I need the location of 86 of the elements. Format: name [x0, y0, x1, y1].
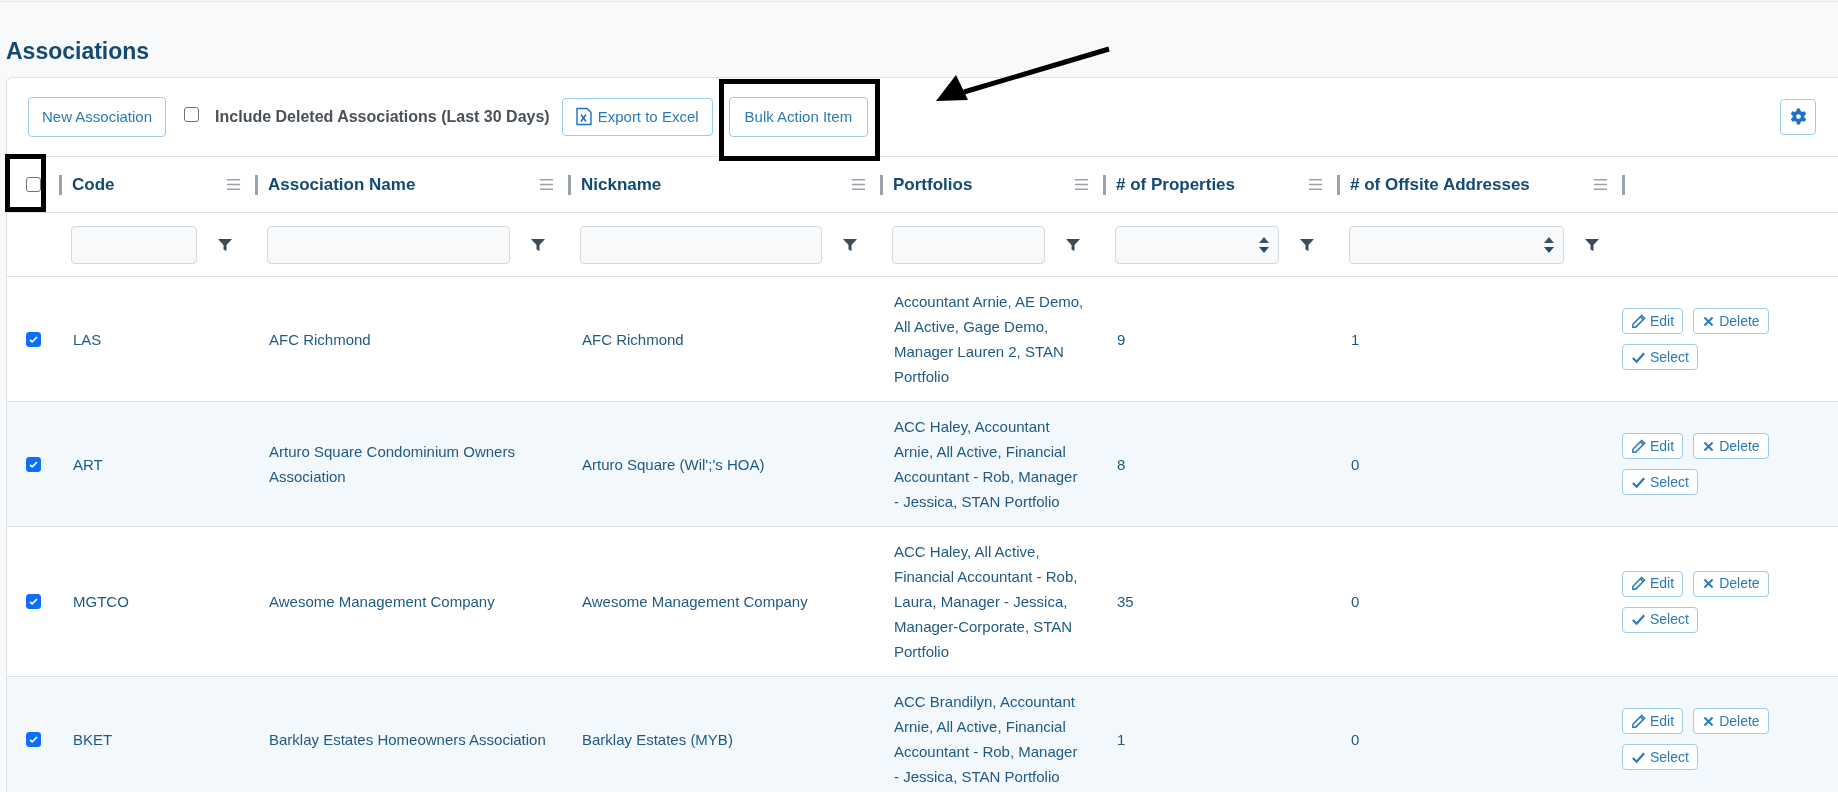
row-action-button[interactable]: Select: [1622, 606, 1698, 633]
table-cell: AFC Richmond: [582, 330, 684, 348]
menu-icon[interactable]: [851, 177, 866, 192]
column-header[interactable]: Association Name: [268, 171, 416, 198]
filter-icon[interactable]: [217, 236, 233, 253]
table-cell: MGTCO: [73, 593, 129, 610]
row-checkbox[interactable]: [25, 731, 41, 747]
column-header[interactable]: # of Properties: [1116, 171, 1236, 198]
table-cell: BKET: [73, 730, 113, 748]
table-cell: ACC Brandilyn, Accountant Arnie, All Active, Financial Accountant - Rob, Manager - Jessica, STAN Portfolio: [894, 693, 1078, 785]
column-header[interactable]: Code: [72, 171, 115, 198]
filter-icon[interactable]: [1299, 236, 1315, 253]
row-action-button[interactable]: Delete: [1693, 433, 1769, 459]
table-cell: Arturo Square Condominium Owners Association: [269, 443, 515, 485]
filter-icon[interactable]: [530, 236, 546, 253]
pencil-icon: [1631, 576, 1646, 591]
table-cell: Awesome Management Company: [269, 593, 495, 610]
row-action-button[interactable]: Edit: [1622, 308, 1684, 334]
row-action-button[interactable]: Edit: [1622, 708, 1684, 734]
column-header[interactable]: Portfolios: [893, 171, 973, 198]
row-checkbox[interactable]: [25, 331, 41, 347]
select-all-checkbox[interactable]: [25, 177, 41, 192]
row-action-button[interactable]: Delete: [1693, 308, 1769, 334]
row-action-button[interactable]: Delete: [1693, 708, 1769, 734]
spinner-icon[interactable]: [1258, 235, 1270, 254]
menu-icon[interactable]: [1074, 177, 1089, 192]
settings-button[interactable]: [1780, 98, 1816, 135]
filter-field[interactable]: [71, 225, 197, 264]
row-checkbox[interactable]: [25, 594, 41, 609]
row-action-button[interactable]: Select: [1622, 744, 1698, 770]
row-action-button[interactable]: Select: [1622, 469, 1698, 495]
close-icon: [1702, 577, 1716, 590]
filter-field[interactable]: [580, 225, 822, 264]
check-icon: [27, 596, 39, 607]
spinner-icon[interactable]: [1543, 235, 1555, 254]
close-icon: [1702, 714, 1716, 728]
row-action-button[interactable]: Select: [1622, 344, 1698, 370]
row-action-button[interactable]: Edit: [1622, 433, 1684, 459]
row-checkbox[interactable]: [25, 456, 41, 472]
page-title: Associations: [6, 37, 151, 66]
table-cell: Accountant Arnie, AE Demo, All Active, Gage Demo, Manager Lauren 2, STAN Portfolio: [894, 293, 1084, 385]
menu-icon[interactable]: [1593, 177, 1608, 192]
filter-icon[interactable]: [842, 236, 858, 253]
table-cell: 35: [1117, 593, 1134, 610]
include-deleted-label: Include Deleted Associations (Last 30 Days): [215, 106, 550, 127]
pencil-icon: [1631, 313, 1646, 329]
pencil-icon: [1631, 713, 1646, 729]
export-to-excel-button[interactable]: Export to Excel: [561, 97, 713, 136]
table-cell: 0: [1351, 455, 1360, 473]
filter-icon[interactable]: [1584, 236, 1600, 253]
filter-field[interactable]: [892, 225, 1045, 264]
bulk-action-button[interactable]: Bulk Action Item: [728, 96, 869, 137]
table-cell: 0: [1351, 730, 1360, 748]
table-cell: ACC Haley, All Active, Financial Accountant - Rob, Laura, Manager - Jessica, Manager-Corporate, STAN Portfolio: [894, 543, 1078, 660]
pencil-icon: [1631, 438, 1646, 454]
filter-icon[interactable]: [1065, 236, 1081, 253]
number-filter-field[interactable]: [1349, 225, 1564, 264]
include-deleted-checkbox[interactable]: [184, 106, 200, 122]
table-cell: Barklay Estates Homeowners Association: [269, 730, 546, 748]
table-cell: Arturo Square (Wil';'s HOA): [582, 455, 765, 473]
close-icon: [1702, 314, 1716, 328]
table-cell: ART: [73, 455, 103, 473]
settings-icon: [1788, 107, 1808, 127]
menu-icon[interactable]: [1308, 177, 1323, 192]
menu-icon[interactable]: [226, 177, 241, 192]
row-action-button[interactable]: Edit: [1622, 570, 1684, 597]
close-icon: [1702, 439, 1716, 453]
table-cell: 8: [1117, 455, 1126, 473]
table-cell: AFC Richmond: [269, 330, 371, 348]
table-cell: 9: [1117, 330, 1126, 348]
row-action-button[interactable]: Delete: [1693, 570, 1769, 597]
number-filter-field[interactable]: [1115, 225, 1279, 264]
table-cell: 1: [1117, 730, 1126, 748]
table-cell: 1: [1351, 330, 1360, 348]
column-header[interactable]: Nickname: [581, 171, 662, 198]
table-cell: LAS: [73, 330, 102, 348]
filter-field[interactable]: [267, 225, 510, 264]
checkmark-icon: [1631, 612, 1646, 627]
menu-icon[interactable]: [539, 177, 554, 192]
column-header[interactable]: # of Offsite Addresses: [1350, 171, 1530, 198]
excel-file-icon: [575, 107, 592, 127]
table-cell: Awesome Management Company: [582, 593, 808, 610]
table-cell: ACC Haley, Accountant Arnie, All Active, Financial Accountant - Rob, Manager - Jessica, STAN Portfolio: [894, 418, 1078, 510]
table-cell: Barklay Estates (MYB): [582, 730, 733, 748]
table-cell: 0: [1351, 593, 1360, 610]
new-association-button[interactable]: New Association: [28, 96, 167, 137]
